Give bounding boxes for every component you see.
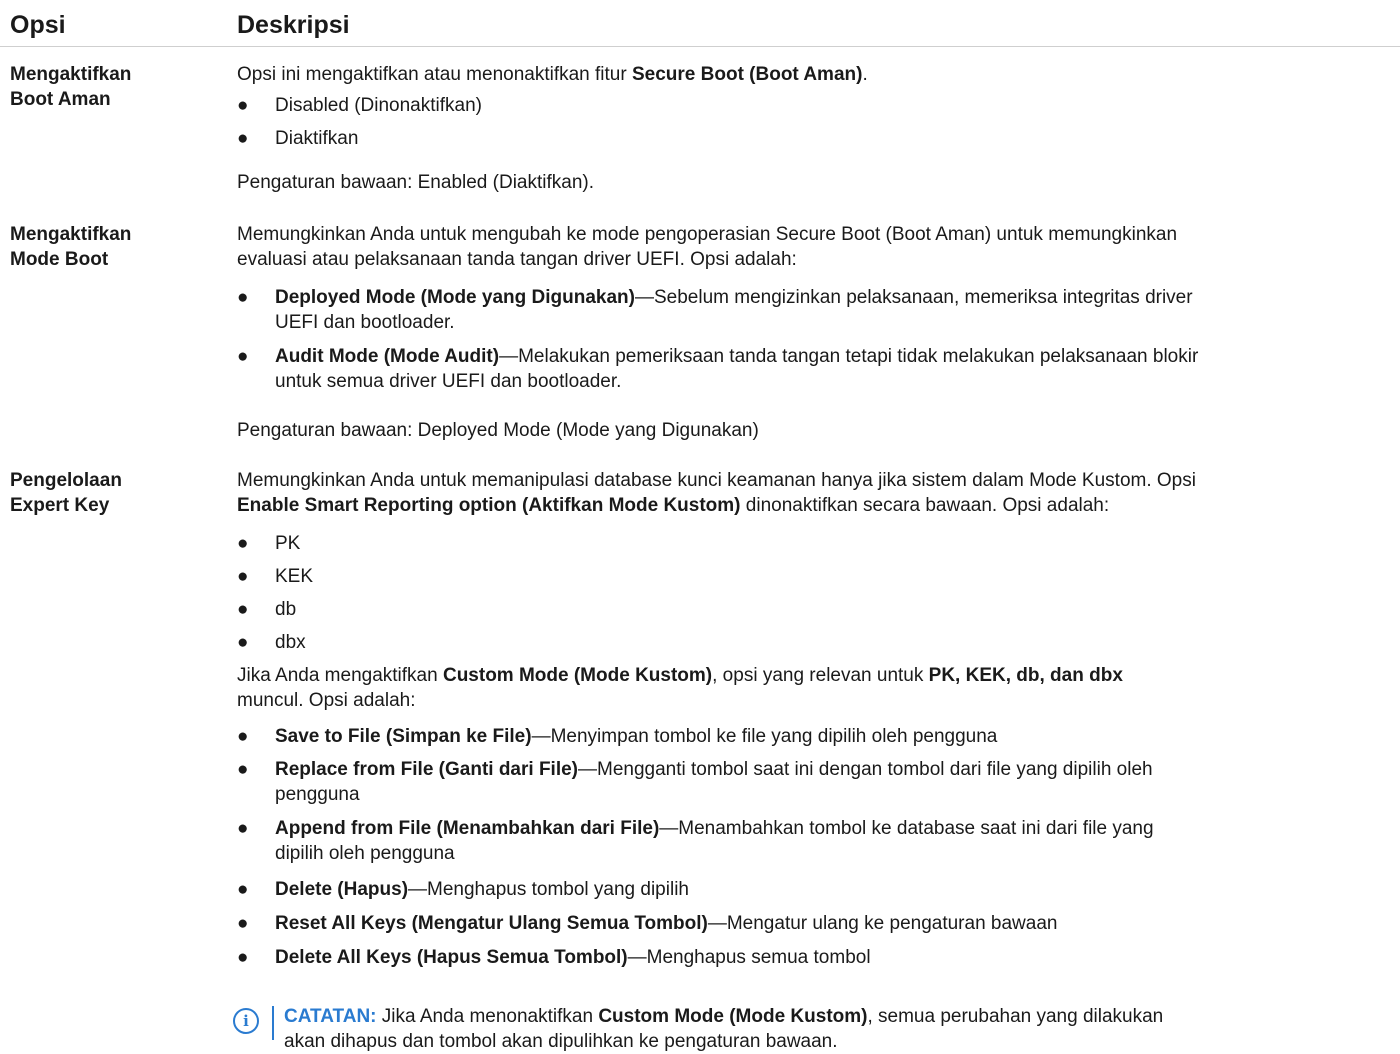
list-item-text: PK [275,533,301,554]
option-label-boot-mode: Mengaktifkan Mode Boot [10,222,210,272]
intro-text: , opsi yang relevan untuk [712,665,929,686]
default-setting: Pengaturan bawaan: Enabled (Diaktifkan). [237,172,595,193]
note-text: akan dihapus dan tombol akan dipulihkan … [284,1031,838,1052]
option-label-line: Mengaktifkan [10,64,132,85]
bullet-icon: ● [237,95,249,116]
list-item-bold: Delete (Hapus) [275,879,409,900]
list-item-text: KEK [275,566,314,587]
note-text: , semua perubahan yang dilakukan [867,1006,1164,1027]
custom-mode-intro: Jika Anda mengaktifkan Custom Mode (Mode… [237,663,1387,713]
bullet-icon: ● [237,287,249,308]
list-item-bold: Replace from File (Ganti dari File) [275,759,579,780]
intro-text: Opsi ini mengaktifkan atau menonaktifkan… [237,64,632,85]
row-intro: Opsi ini mengaktifkan atau menonaktifkan… [237,62,1387,87]
list-item-text: dbx [275,632,306,653]
list-item-desc: dipilih oleh pengguna [275,843,455,864]
intro-text: Jika Anda mengaktifkan [237,665,443,686]
column-header-option: Opsi [10,11,66,39]
table-header: Opsi Deskripsi [0,0,1400,47]
bullet-icon: ● [237,346,249,367]
list-item-text: db [275,599,297,620]
row-intro: Memungkinkan Anda untuk memanipulasi dat… [237,468,1387,518]
row-intro: Memungkinkan Anda untuk mengubah ke mode… [237,222,1387,272]
list-item-text: Delete All Keys (Hapus Semua Tombol)—Men… [275,945,1385,970]
info-icon: i [233,1008,259,1034]
default-setting: Pengaturan bawaan: Deployed Mode (Mode y… [237,420,759,441]
list-item-text: Deployed Mode (Mode yang Digunakan)—Sebe… [275,285,1385,335]
list-item-text: Audit Mode (Mode Audit)—Melakukan pemeri… [275,344,1385,394]
bullet-icon: ● [237,759,249,780]
list-item-desc: —Mengatur ulang ke pengaturan bawaan [707,913,1058,934]
intro-bold: PK, KEK, db, dan dbx [928,665,1123,686]
intro-text: Memungkinkan Anda untuk memanipulasi dat… [237,470,1196,491]
note-label: CATATAN: [284,1006,377,1027]
bullet-icon: ● [237,947,249,968]
list-item-text: Save to File (Simpan ke File)—Menyimpan … [275,724,1385,749]
bullet-icon: ● [237,533,249,554]
list-item-bold: Reset All Keys (Mengatur Ulang Semua Tom… [275,913,708,934]
list-item-desc: —Menghapus semua tombol [627,947,871,968]
intro-text: evaluasi atau pelaksanaan tanda tangan d… [237,249,797,270]
column-header-description: Deskripsi [237,11,350,39]
list-item-desc: —Melakukan pemeriksaan tanda tangan teta… [499,346,1199,367]
list-item-desc: —Sebelum mengizinkan pelaksanaan, memeri… [634,287,1193,308]
list-item-text: Replace from File (Ganti dari File)—Meng… [275,757,1385,807]
note-bold: Custom Mode (Mode Kustom) [598,1006,868,1027]
intro-text: muncul. Opsi adalah: [237,690,416,711]
bullet-icon: ● [237,128,249,149]
list-item-desc: untuk semua driver UEFI dan bootloader. [275,371,622,392]
bullet-icon: ● [237,879,249,900]
bullet-icon: ● [237,599,249,620]
bullet-icon: ● [237,632,249,653]
intro-bold: Enable Smart Reporting option (Aktifkan … [237,495,741,516]
list-item-text: Disabled (Dinonaktifkan) [275,95,482,116]
list-item-bold: Deployed Mode (Mode yang Digunakan) [275,287,635,308]
list-item-desc: —Menambahkan tombol ke database saat ini… [659,818,1154,839]
list-item-text: Reset All Keys (Mengatur Ulang Semua Tom… [275,911,1385,936]
option-label-line: Boot Aman [10,89,111,110]
list-item-desc: —Menyimpan tombol ke file yang dipilih o… [531,726,998,747]
option-label-line: Mode Boot [10,249,109,270]
list-item-desc: —Menghapus tombol yang dipilih [408,879,689,900]
intro-text: dinonaktifkan secara bawaan. Opsi adalah… [740,495,1110,516]
list-item-text: Append from File (Menambahkan dari File)… [275,816,1385,866]
intro-text: Memungkinkan Anda untuk mengubah ke mode… [237,224,1178,245]
bullet-icon: ● [237,726,249,747]
option-label-line: Expert Key [10,495,110,516]
bullet-icon: ● [237,566,249,587]
bullet-icon: ● [237,913,249,934]
list-item-desc: pengguna [275,784,360,805]
option-label-line: Mengaktifkan [10,224,132,245]
list-item-bold: Audit Mode (Mode Audit) [275,346,500,367]
list-item-text: Delete (Hapus)—Menghapus tombol yang dip… [275,877,1385,902]
bullet-icon: ● [237,818,249,839]
intro-bold: Secure Boot (Boot Aman) [631,64,863,85]
list-item-bold: Append from File (Menambahkan dari File) [275,818,660,839]
note: CATATAN: Jika Anda menonaktifkan Custom … [284,1004,1384,1054]
intro-text: . [862,64,868,85]
note-text: Jika Anda menonaktifkan [376,1006,599,1027]
list-item-text: Diaktifkan [275,128,359,149]
option-label-secure-boot: Mengaktifkan Boot Aman [10,62,210,112]
list-item-desc: UEFI dan bootloader. [275,312,455,333]
note-bar [272,1006,274,1040]
intro-bold: Custom Mode (Mode Kustom) [442,665,713,686]
list-item-desc: —Mengganti tombol saat ini dengan tombol… [578,759,1153,780]
list-item-bold: Delete All Keys (Hapus Semua Tombol) [275,947,628,968]
list-item-bold: Save to File (Simpan ke File) [275,726,532,747]
option-label-line: Pengelolaan [10,470,122,491]
option-label-expert-key: Pengelolaan Expert Key [10,468,210,518]
